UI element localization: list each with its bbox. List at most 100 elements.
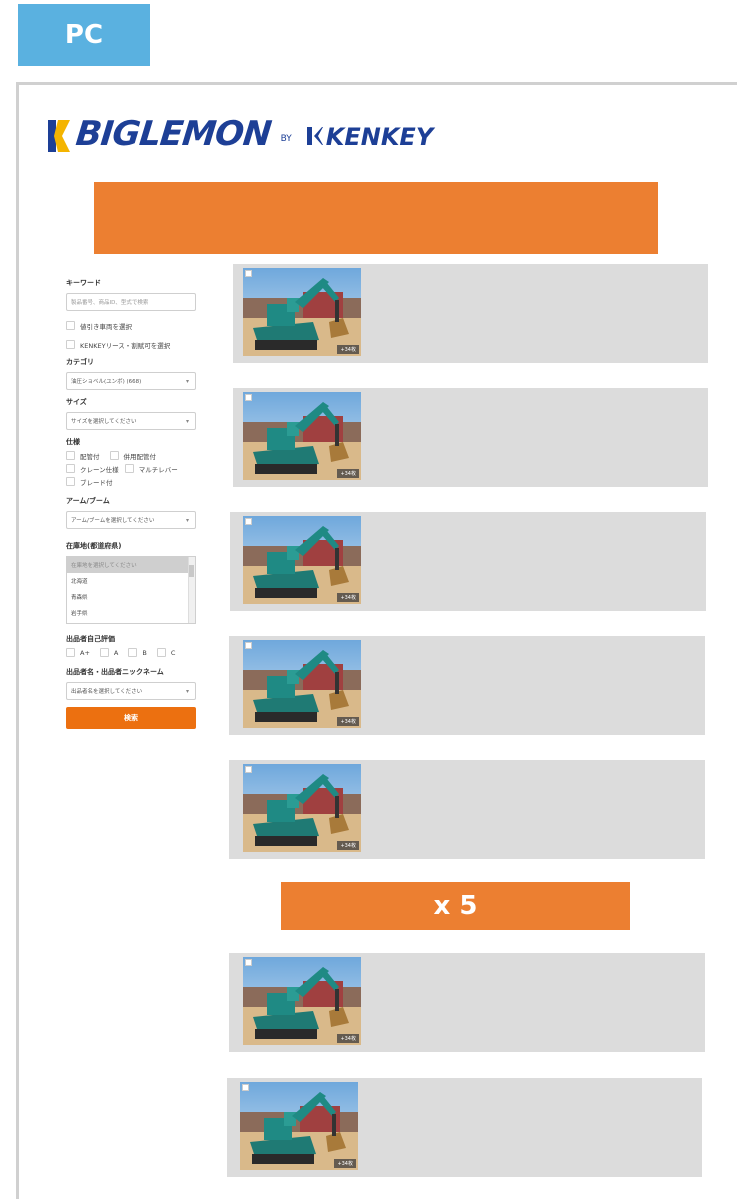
rating-option-label: C — [170, 648, 176, 657]
spec-checkbox[interactable] — [66, 451, 75, 460]
rating-option-c[interactable]: C — [156, 648, 176, 657]
listing-thumbnail[interactable]: +34枚 — [243, 392, 361, 480]
spec-option-dual-piping[interactable]: 併用配管付 — [109, 451, 157, 461]
category-select-value: 油圧ショベル(ユンボ) (668) — [71, 379, 142, 385]
discount-checkbox-row[interactable]: 値引き車両を選択 — [66, 319, 196, 332]
listing-select-checkbox[interactable] — [245, 766, 252, 773]
excavator-photo — [243, 268, 361, 356]
spec-option-crane[interactable]: クレーン仕様 — [66, 464, 119, 474]
location-label: 在庫地(都道府県) — [66, 542, 122, 550]
listing-select-checkbox[interactable] — [245, 518, 252, 525]
excavator-photo — [243, 392, 361, 480]
rating-row: A+ A B C — [66, 646, 196, 659]
biglemon-mark-icon — [48, 120, 70, 152]
photo-count-badge: +34枚 — [337, 345, 359, 354]
seller-select-value: 出品者名を選択してください — [71, 689, 143, 695]
kenkey-checkbox-label: KENKEYリース・割賦可を選択 — [80, 341, 171, 350]
listing-thumbnail[interactable]: +34枚 — [243, 764, 361, 852]
listing-select-checkbox[interactable] — [245, 642, 252, 649]
rating-option-label: A+ — [80, 648, 90, 657]
kenkey-checkbox-row[interactable]: KENKEYリース・割賦可を選択 — [66, 338, 196, 351]
excavator-photo — [243, 640, 361, 728]
size-select[interactable]: サイズを選択してください ▾ — [66, 412, 196, 430]
spec-row-1: 配管付 併用配管付 — [66, 449, 196, 462]
seller-select[interactable]: 出品者名を選択してください ▾ — [66, 682, 196, 700]
spec-option-blade[interactable]: ブレード付 — [66, 477, 113, 487]
spec-option-label: ブレード付 — [80, 478, 113, 487]
spec-option-label: マルチレバー — [138, 465, 178, 474]
kenkey-checkbox[interactable] — [66, 340, 75, 349]
location-listbox[interactable]: 在庫地を選択してください 北海道 青森県 岩手県 — [66, 556, 196, 624]
listing-thumbnail[interactable]: +34枚 — [243, 516, 361, 604]
rating-checkbox[interactable] — [66, 648, 75, 657]
discount-checkbox[interactable] — [66, 321, 75, 330]
rating-option-a[interactable]: A — [99, 648, 119, 657]
spec-checkbox[interactable] — [109, 451, 119, 460]
photo-count-badge: +34枚 — [337, 469, 359, 478]
rating-option-b[interactable]: B — [128, 648, 147, 657]
category-select[interactable]: 油圧ショベル(ユンボ) (668) ▾ — [66, 372, 196, 390]
rating-checkbox[interactable] — [99, 648, 109, 657]
listing-thumbnail[interactable]: +34枚 — [243, 268, 361, 356]
rating-option-label: B — [142, 648, 147, 657]
location-option[interactable]: 在庫地を選択してください — [67, 557, 195, 573]
listing-select-checkbox[interactable] — [245, 394, 252, 401]
listing-thumbnail[interactable]: +34枚 — [240, 1082, 358, 1170]
excavator-photo — [243, 957, 361, 1045]
excavator-photo — [243, 516, 361, 604]
photo-count-badge: +34枚 — [334, 1159, 356, 1168]
spec-checkbox[interactable] — [66, 464, 75, 473]
keyword-label: キーワード — [66, 279, 101, 287]
spec-label: 仕様 — [66, 438, 80, 446]
keyword-input[interactable]: 製品番号、商品ID、型式で検索 — [66, 293, 196, 311]
spec-option-label: 配管付 — [80, 452, 100, 461]
photo-count-badge: +34枚 — [337, 717, 359, 726]
arm-select-value: アーム/ブームを選択してください — [71, 518, 155, 524]
discount-checkbox-label: 値引き車両を選択 — [80, 322, 132, 331]
spec-row-3: ブレード付 — [66, 475, 196, 488]
search-sidebar: キーワード 製品番号、商品ID、型式で検索 値引き車両を選択 KENKEYリース… — [66, 278, 196, 729]
search-button[interactable]: 検索 — [66, 707, 196, 729]
photo-count-badge: +34枚 — [337, 593, 359, 602]
repeat-indicator: x 5 — [281, 882, 630, 930]
listbox-scrollbar[interactable] — [188, 557, 195, 623]
logo-by-text: BY — [280, 134, 292, 144]
arm-label: アーム/ブーム — [66, 497, 110, 505]
spec-option-label: 併用配管付 — [123, 452, 157, 461]
site-logo[interactable]: BIGLEMON BY KENKEY — [46, 112, 433, 154]
location-option[interactable]: 青森県 — [67, 589, 195, 605]
size-label: サイズ — [66, 398, 87, 406]
spec-checkbox[interactable] — [124, 464, 134, 473]
scrollbar-thumb[interactable] — [189, 565, 194, 577]
size-select-value: サイズを選択してください — [71, 419, 137, 425]
rating-option-label: A — [113, 648, 119, 657]
location-option[interactable]: 岩手県 — [67, 605, 195, 621]
hero-banner — [94, 182, 658, 254]
spec-option-multilever[interactable]: マルチレバー — [124, 464, 178, 474]
arm-select[interactable]: アーム/ブームを選択してください ▾ — [66, 511, 196, 529]
listing-thumbnail[interactable]: +34枚 — [243, 640, 361, 728]
rating-checkbox[interactable] — [156, 648, 166, 657]
chevron-down-icon: ▾ — [185, 687, 189, 695]
photo-count-badge: +34枚 — [337, 841, 359, 850]
chevron-down-icon: ▾ — [185, 417, 189, 425]
category-label: カテゴリ — [66, 358, 94, 366]
listing-select-checkbox[interactable] — [245, 270, 252, 277]
seller-label: 出品者名・出品者ニックネーム — [66, 668, 164, 676]
rating-checkbox[interactable] — [128, 648, 138, 657]
chevron-down-icon: ▾ — [185, 377, 189, 385]
rating-label: 出品者自己評価 — [66, 635, 115, 643]
device-tab-pc[interactable]: PC — [18, 4, 150, 66]
rating-option-a-plus[interactable]: A+ — [66, 648, 90, 657]
logo-kenkey-text: KENKEY — [325, 123, 434, 151]
spec-option-label: クレーン仕様 — [80, 465, 119, 474]
listing-select-checkbox[interactable] — [245, 959, 252, 966]
listing-select-checkbox[interactable] — [242, 1084, 249, 1091]
spec-option-piping[interactable]: 配管付 — [66, 451, 100, 461]
chevron-down-icon: ▾ — [185, 516, 189, 524]
excavator-photo — [240, 1082, 358, 1170]
photo-count-badge: +34枚 — [337, 1034, 359, 1043]
listing-thumbnail[interactable]: +34枚 — [243, 957, 361, 1045]
location-option[interactable]: 北海道 — [67, 573, 195, 589]
spec-checkbox[interactable] — [66, 477, 75, 486]
